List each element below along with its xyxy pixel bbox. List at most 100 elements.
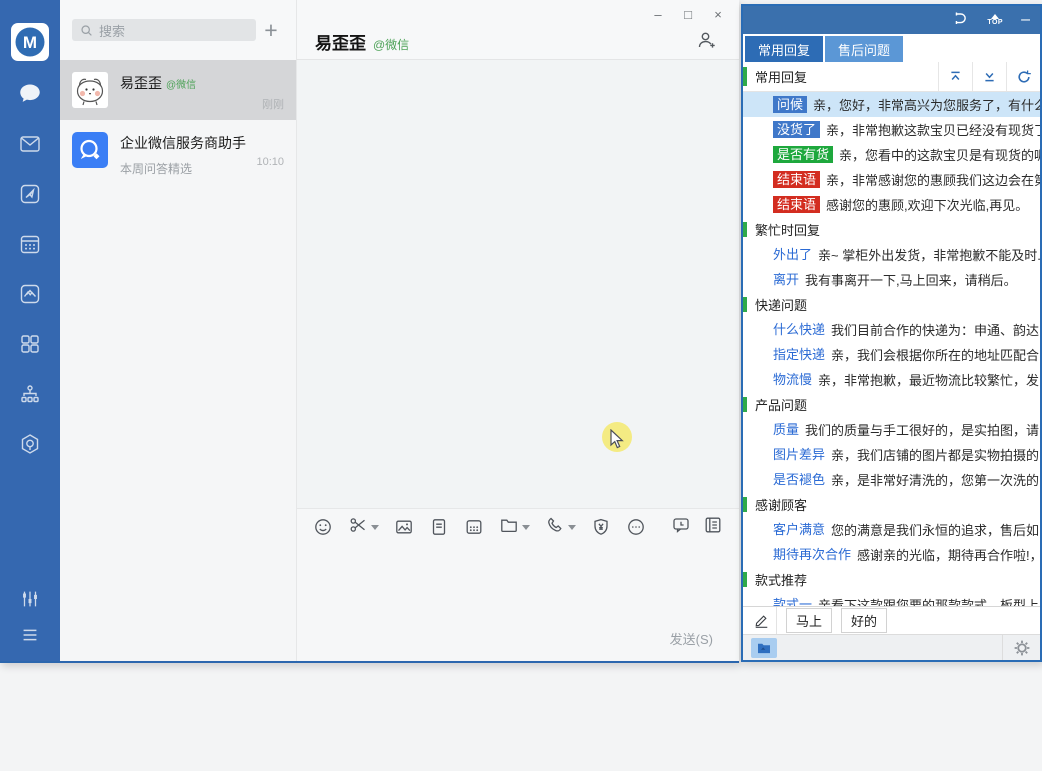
reply-tag[interactable]: 结束语 xyxy=(773,171,820,188)
pin-top-icon[interactable]: TOP xyxy=(987,14,1003,26)
chat-list-panel: 搜索 + 易歪歪 @微信 刚刚 xyxy=(60,0,297,661)
apps-icon[interactable] xyxy=(0,419,60,469)
mail-icon[interactable] xyxy=(0,119,60,169)
panel-titlebar: TOP – xyxy=(743,6,1040,34)
close-button[interactable]: × xyxy=(703,3,733,25)
emoji-icon[interactable] xyxy=(313,517,333,537)
calendar-icon[interactable] xyxy=(0,219,60,269)
edit-icon[interactable] xyxy=(747,607,777,634)
app-logo[interactable]: M xyxy=(11,23,49,61)
chat-list-header: 搜索 + xyxy=(60,0,296,60)
reply-item[interactable]: 没货了 亲，非常抱歉这款宝贝已经没有现货了... xyxy=(743,117,1040,142)
magnet-dock-icon[interactable] xyxy=(951,10,969,31)
minimize-button[interactable]: – xyxy=(643,3,673,25)
workbench-icon[interactable] xyxy=(0,319,60,369)
reply-tag[interactable]: 是否有货 xyxy=(773,146,833,163)
reply-item[interactable]: 质量 我们的质量与手工很好的，是实拍图，请... xyxy=(743,417,1040,442)
gallery-icon[interactable] xyxy=(0,269,60,319)
reply-tag[interactable]: 结束语 xyxy=(773,196,820,213)
sticker-icon[interactable] xyxy=(464,517,484,537)
image-icon[interactable] xyxy=(394,517,414,537)
message-record-icon[interactable] xyxy=(703,515,723,540)
scroll-bottom-icon[interactable] xyxy=(972,62,1006,91)
panel-status-bar xyxy=(743,634,1040,660)
chat-item-yiwaiwai[interactable]: 易歪歪 @微信 刚刚 xyxy=(60,60,296,120)
reply-tag[interactable]: 期待再次合作 xyxy=(773,546,851,563)
panel-tabs: 常用回复 售后问题 xyxy=(743,34,1040,62)
tab-aftersale-questions[interactable]: 售后问题 xyxy=(825,36,903,62)
reply-tag[interactable]: 指定快递 xyxy=(773,346,825,363)
payment-icon[interactable] xyxy=(591,517,611,537)
call-icon[interactable] xyxy=(545,515,565,540)
reply-item[interactable]: 款式一 亲看下这款跟您要的那款款式，板型上... xyxy=(743,592,1040,606)
wecom-main-window: M xyxy=(0,0,739,663)
reply-tag[interactable]: 质量 xyxy=(773,421,799,438)
chat-history-icon[interactable] xyxy=(671,515,691,540)
reply-section-header[interactable]: 产品问题 xyxy=(743,392,1040,417)
svg-text:M: M xyxy=(23,33,37,52)
send-button[interactable]: 发送(S) xyxy=(670,629,713,648)
reply-tag[interactable]: 款式一 xyxy=(773,596,812,606)
reply-tag[interactable]: 图片差异 xyxy=(773,446,825,463)
contacts-icon[interactable] xyxy=(0,369,60,419)
reply-item[interactable]: 问候 亲，您好，非常高兴为您服务了，有什么... xyxy=(743,92,1040,117)
reply-text: 亲，您看中的这款宝贝是有现货的呢... xyxy=(839,145,1040,164)
reply-text: 亲，是非常好清洗的，您第一次洗的... xyxy=(831,470,1040,489)
reply-section-header[interactable]: 款式推荐 xyxy=(743,567,1040,592)
reply-tag[interactable]: 外出了 xyxy=(773,246,812,263)
message-input[interactable] xyxy=(297,545,739,625)
reply-tag[interactable]: 是否褪色 xyxy=(773,471,825,488)
quick-phrase-button[interactable]: 好的 xyxy=(841,608,887,633)
reply-item[interactable]: 图片差异 亲，我们店铺的图片都是实物拍摄的... xyxy=(743,442,1040,467)
folder-dropdown-icon[interactable] xyxy=(522,525,530,530)
search-input[interactable]: 搜索 xyxy=(72,19,256,41)
reply-tag[interactable]: 什么快递 xyxy=(773,321,825,338)
reply-tag[interactable]: 客户满意 xyxy=(773,521,825,538)
quick-phrase-button[interactable]: 马上 xyxy=(786,608,832,633)
refresh-icon[interactable] xyxy=(1006,62,1040,91)
search-placeholder: 搜索 xyxy=(99,21,125,40)
docs-icon[interactable] xyxy=(0,169,60,219)
menu-icon[interactable] xyxy=(0,617,60,653)
reply-item[interactable]: 离开 我有事离开一下,马上回来，请稍后。 xyxy=(743,267,1040,292)
reply-tag[interactable]: 没货了 xyxy=(773,121,820,138)
reply-text: 亲，非常抱歉这款宝贝已经没有现货了... xyxy=(826,120,1040,139)
filters-icon[interactable] xyxy=(0,581,60,617)
avatar xyxy=(72,72,108,108)
reply-item[interactable]: 指定快递 亲，我们会根据你所在的地址匹配合... xyxy=(743,342,1040,367)
screenshot-icon[interactable] xyxy=(348,515,368,540)
reply-item[interactable]: 什么快递 我们目前合作的快递为：申通、韵达... xyxy=(743,317,1040,342)
reply-item[interactable]: 结束语 亲，非常感谢您的惠顾我们这边会在第... xyxy=(743,167,1040,192)
folder-icon[interactable] xyxy=(751,638,777,658)
reply-item[interactable]: 期待再次合作 感谢亲的光临，期待再合作啦!，... xyxy=(743,542,1040,567)
reply-item[interactable]: 结束语 感谢您的惠顾,欢迎下次光临,再见。 xyxy=(743,192,1040,217)
more-icon[interactable] xyxy=(626,517,646,537)
reply-section-header[interactable]: 快递问题 xyxy=(743,292,1040,317)
scroll-top-icon[interactable] xyxy=(938,62,972,91)
reply-tag[interactable]: 物流慢 xyxy=(773,371,812,388)
maximize-button[interactable]: □ xyxy=(673,3,703,25)
add-member-icon[interactable] xyxy=(695,30,717,55)
chat-item-wecom-assistant[interactable]: 企业微信服务商助手 本周问答精选 10:10 xyxy=(60,120,296,180)
reply-tag[interactable]: 问候 xyxy=(773,96,807,113)
reply-section-header[interactable]: 繁忙时回复 xyxy=(743,217,1040,242)
chat-icon[interactable] xyxy=(0,69,60,119)
panel-minimize-icon[interactable]: – xyxy=(1021,15,1030,25)
folder-icon[interactable] xyxy=(499,515,519,540)
settings-gear-icon[interactable] xyxy=(1002,635,1040,660)
file-icon[interactable] xyxy=(429,517,449,537)
screenshot-dropdown-icon[interactable] xyxy=(371,525,379,530)
call-dropdown-icon[interactable] xyxy=(568,525,576,530)
reply-item[interactable]: 是否有货 亲，您看中的这款宝贝是有现货的呢... xyxy=(743,142,1040,167)
message-area[interactable] xyxy=(297,60,739,508)
tab-common-replies[interactable]: 常用回复 xyxy=(745,36,823,62)
reply-tag[interactable]: 离开 xyxy=(773,271,799,288)
reply-item[interactable]: 外出了 亲~ 掌柜外出发货，非常抱歉不能及时... xyxy=(743,242,1040,267)
reply-section-header[interactable]: 感谢顾客 xyxy=(743,492,1040,517)
reply-text: 我有事离开一下,马上回来，请稍后。 xyxy=(805,270,1017,289)
reply-item[interactable]: 是否褪色 亲，是非常好清洗的，您第一次洗的... xyxy=(743,467,1040,492)
chat-item-name: 易歪歪 xyxy=(120,73,162,93)
reply-item[interactable]: 物流慢 亲，非常抱歉，最近物流比较繁忙，发... xyxy=(743,367,1040,392)
reply-item[interactable]: 客户满意 您的满意是我们永恒的追求，售后如... xyxy=(743,517,1040,542)
create-chat-button[interactable]: + xyxy=(256,19,286,41)
